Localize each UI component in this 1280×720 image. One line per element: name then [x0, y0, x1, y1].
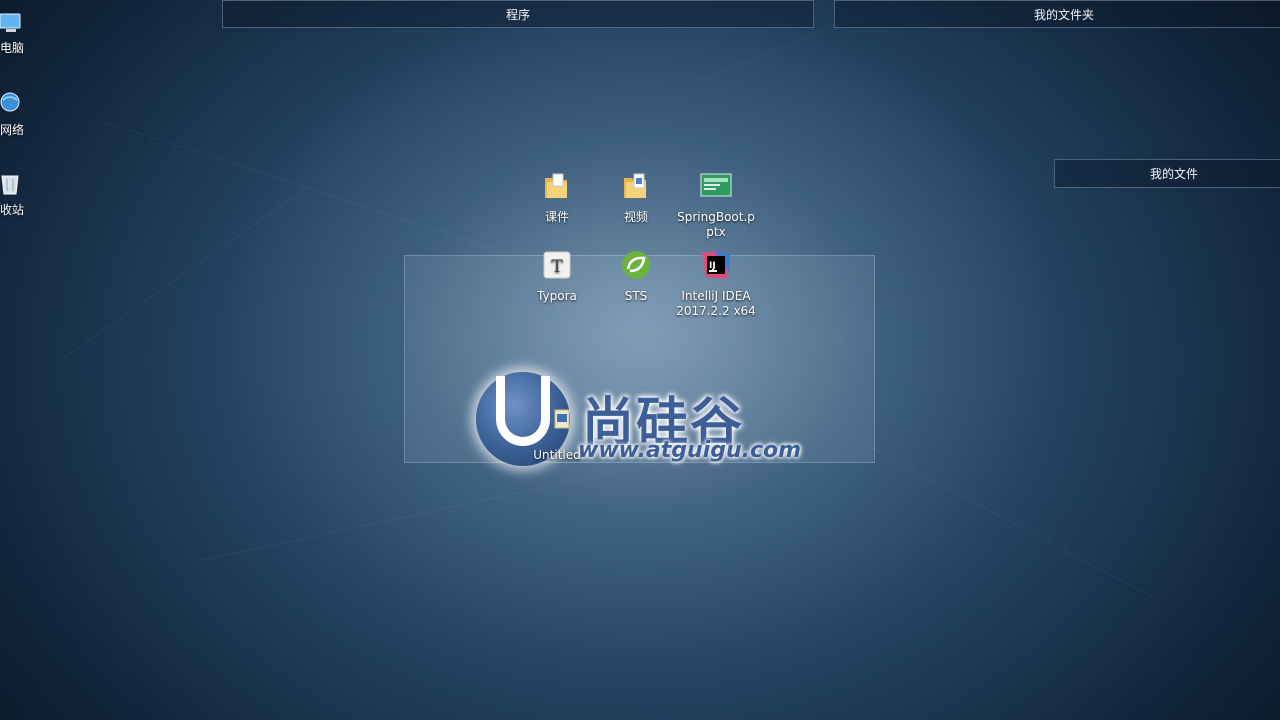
logo-url-text: www.atguigu.com [578, 438, 802, 463]
desktop-icon-computer[interactable]: 电脑 [0, 6, 40, 56]
svg-text:T: T [551, 257, 563, 277]
icon-label: 收站 [0, 203, 25, 217]
fence-my-files-header[interactable]: 我的文件 [1054, 159, 1280, 188]
recycle-bin-icon [1, 175, 19, 195]
icon-label: 视频 [623, 210, 648, 224]
desktop[interactable]: 程序 我的文件夹 我的文件 尚硅谷 www.atguigu.com 电脑 网络 [0, 0, 1280, 720]
icon-label: STS [624, 289, 648, 303]
computer-icon [0, 13, 21, 32]
folder-icon [545, 173, 567, 198]
icon-label: Untitled [533, 448, 581, 462]
desktop-icon-folder-courseware[interactable]: 课件 [517, 170, 597, 225]
desktop-icon-typora[interactable]: T Typora [517, 249, 597, 304]
texture-line [60, 187, 307, 361]
typora-icon: T [543, 251, 571, 279]
fence-title: 我的文件 [1149, 167, 1198, 181]
desktop-icon-sts[interactable]: STS [596, 249, 676, 304]
svg-text:IJ: IJ [709, 261, 716, 271]
fence-title: 程序 [505, 7, 530, 22]
desktop-icon-recycle-bin[interactable]: 收站 [0, 168, 40, 218]
icon-label: IntelliJ IDEA 2017.2.2 x64 [676, 289, 756, 318]
fence-my-folder-header[interactable]: 我的文件夹 [834, 0, 1280, 28]
document-icon [554, 409, 570, 429]
folder-icon [624, 173, 646, 198]
network-icon [0, 92, 20, 112]
icon-label: Typora [537, 289, 577, 303]
fence-title: 我的文件夹 [1033, 7, 1094, 22]
desktop-icon-folder-video[interactable]: 视频 [596, 170, 676, 225]
desktop-icon-network[interactable]: 网络 [0, 88, 40, 138]
desktop-icon-untitled[interactable]: Untitled [517, 408, 597, 463]
icon-label: 课件 [544, 210, 569, 224]
pptx-file-icon [700, 173, 732, 197]
icon-label: SpringBoot.pptx [677, 210, 755, 239]
intellij-idea-icon: IJ [702, 251, 730, 279]
desktop-icon-springboot-pptx[interactable]: SpringBoot.pptx [676, 170, 756, 240]
icon-label: 网络 [0, 123, 25, 137]
sts-icon [622, 251, 650, 279]
icon-label: 电脑 [0, 41, 25, 55]
desktop-icon-intellij-idea[interactable]: IJ IntelliJ IDEA 2017.2.2 x64 [676, 249, 756, 319]
texture-line [99, 120, 576, 276]
fence-programs-header[interactable]: 程序 [222, 0, 814, 28]
